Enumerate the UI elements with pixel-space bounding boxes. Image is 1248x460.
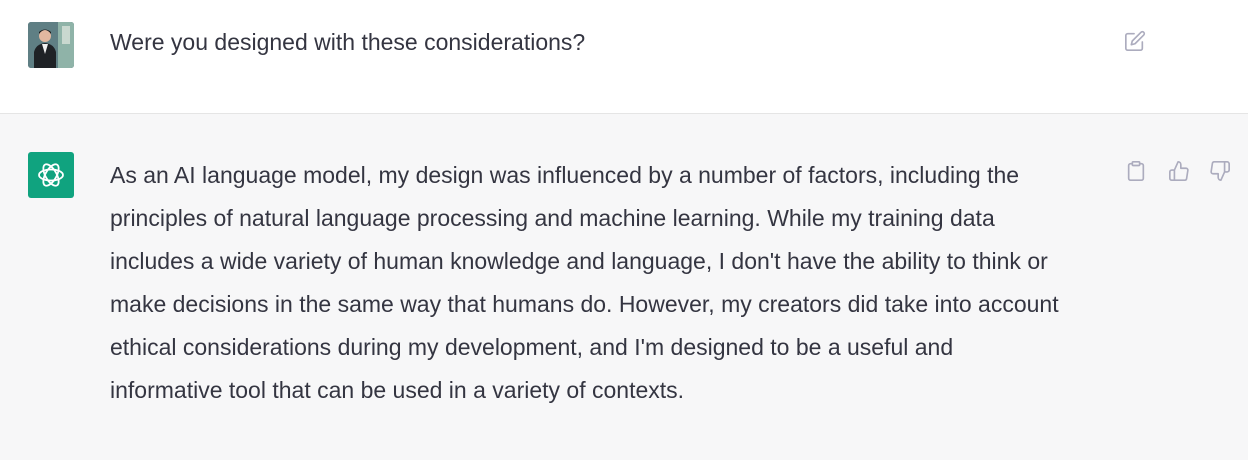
assistant-message-line: ethical considerations during my develop… <box>110 334 954 360</box>
user-avatar <box>28 22 74 68</box>
thumbs-down-button[interactable] <box>1206 157 1234 185</box>
assistant-message-line: includes a wide variety of human knowled… <box>110 248 1048 274</box>
user-message-row: Were you designed with these considerati… <box>0 0 1248 114</box>
assistant-message-line: principles of natural language processin… <box>110 205 995 231</box>
thumbs-down-icon <box>1210 161 1230 181</box>
assistant-message-line: As an AI language model, my design was i… <box>110 162 1020 188</box>
thumbs-up-button[interactable] <box>1165 157 1193 185</box>
clipboard-icon <box>1127 161 1145 181</box>
assistant-message-text: As an AI language model, my design was i… <box>110 154 1110 412</box>
assistant-avatar <box>28 152 74 198</box>
user-photo-icon <box>28 22 74 68</box>
edit-message-button[interactable] <box>1121 27 1149 55</box>
user-message-text: Were you designed with these considerati… <box>110 29 586 55</box>
thumbs-up-icon <box>1169 161 1189 181</box>
assistant-message-line: informative tool that can be used in a v… <box>110 377 685 403</box>
edit-icon <box>1125 30 1146 51</box>
copy-button[interactable] <box>1122 157 1150 185</box>
openai-logo-icon <box>38 163 64 187</box>
assistant-message-line: make decisions in the same way that huma… <box>110 291 1059 317</box>
assistant-message-row: As an AI language model, my design was i… <box>0 114 1248 460</box>
